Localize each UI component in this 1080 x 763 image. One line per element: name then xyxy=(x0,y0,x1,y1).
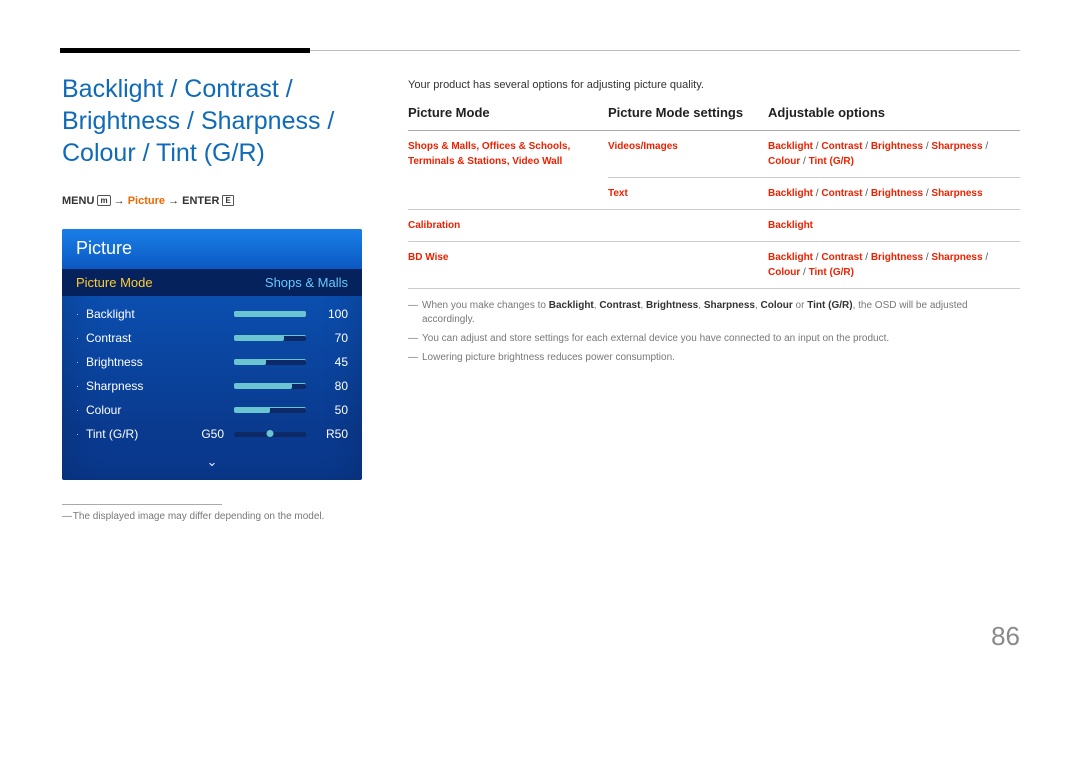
intro-text: Your product has several options for adj… xyxy=(408,79,1020,91)
chevron-down-icon[interactable]: ⌄ xyxy=(62,454,362,480)
menu-icon: m xyxy=(97,195,110,206)
footnote: The displayed image may differ depending… xyxy=(62,511,362,522)
table-row: CalibrationBacklight xyxy=(408,210,1020,242)
table-row: BD WiseBacklight / Contrast / Brightness… xyxy=(408,242,1020,289)
table-row: Shops & Malls, Offices & Schools, Termin… xyxy=(408,131,1020,178)
note: When you make changes to Backlight, Cont… xyxy=(408,299,1020,327)
osd-tint-row[interactable]: ·Tint (G/R)G50R50 xyxy=(76,422,348,446)
options-table: Picture Mode Picture Mode settings Adjus… xyxy=(408,105,1020,289)
page-title: Backlight / Contrast / Brightness / Shar… xyxy=(62,73,362,169)
osd-picture-mode-row[interactable]: Picture Mode Shops & Malls xyxy=(62,269,362,296)
osd-slider-row[interactable]: ·Sharpness80 xyxy=(76,374,348,398)
osd-slider-row[interactable]: ·Colour50 xyxy=(76,398,348,422)
osd-title: Picture xyxy=(62,229,362,269)
enter-icon: E xyxy=(222,195,233,206)
osd-slider-row[interactable]: ·Brightness45 xyxy=(76,350,348,374)
osd-panel: Picture Picture Mode Shops & Malls ·Back… xyxy=(62,229,362,480)
osd-slider-row[interactable]: ·Backlight100 xyxy=(76,302,348,326)
nav-path: MENU m → Picture → ENTER E xyxy=(62,195,362,207)
note: Lowering picture brightness reduces powe… xyxy=(408,351,1020,365)
page-number: 86 xyxy=(991,621,1020,652)
osd-slider-row[interactable]: ·Contrast70 xyxy=(76,326,348,350)
note: You can adjust and store settings for ea… xyxy=(408,332,1020,346)
